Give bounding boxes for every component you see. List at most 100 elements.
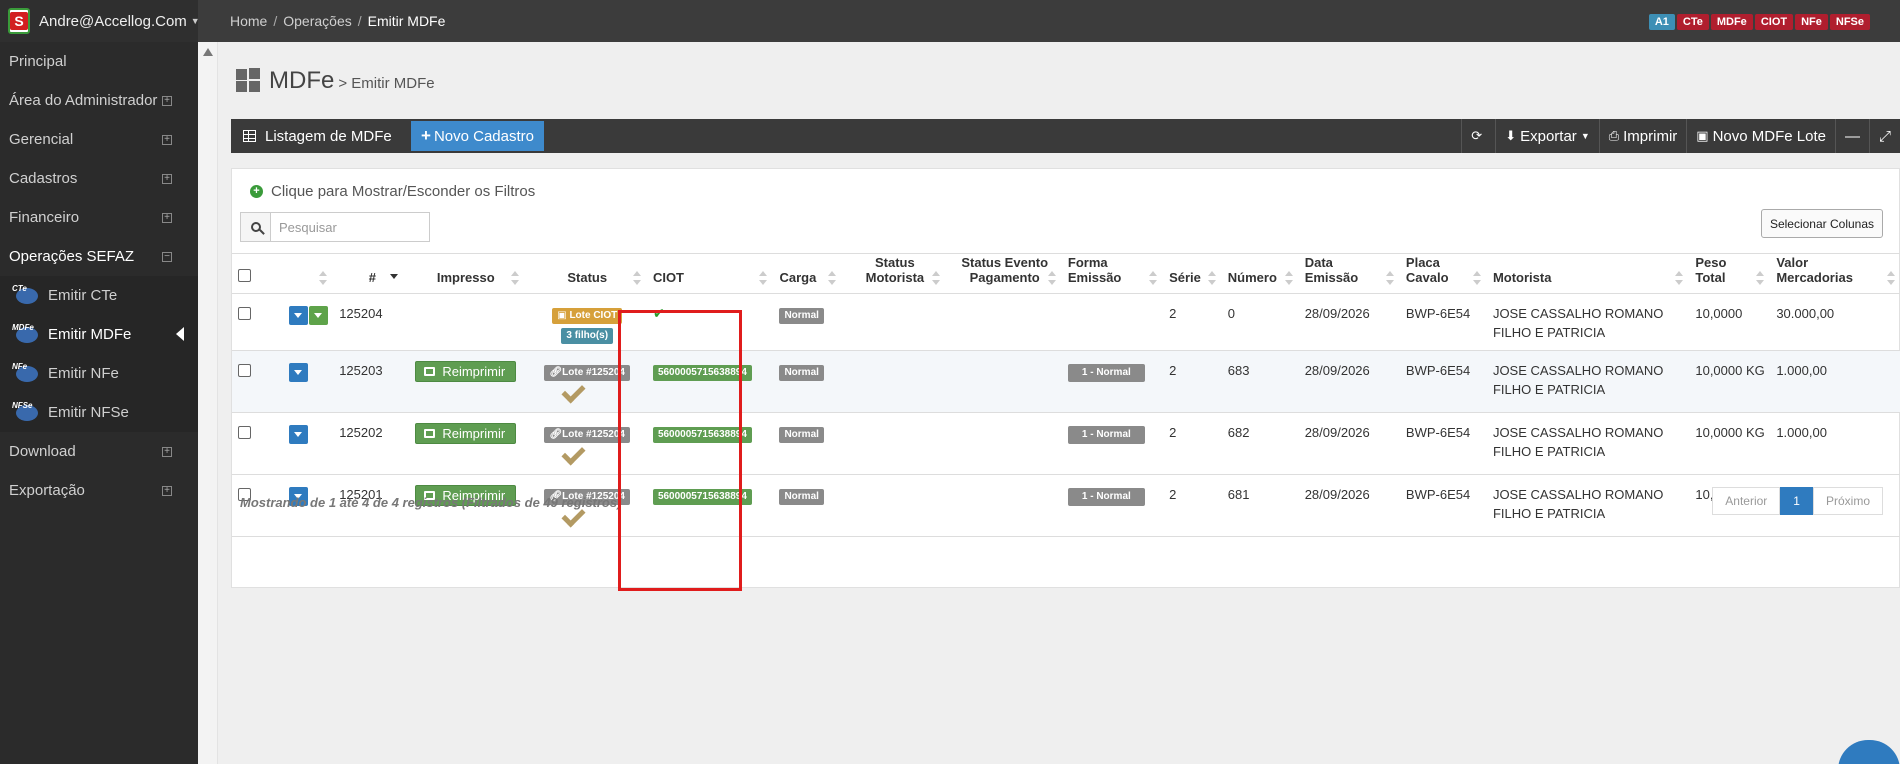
link-icon: 🔗︎	[549, 429, 563, 440]
export-button[interactable]: ⬇ Exportar ▼	[1495, 119, 1599, 153]
col-status[interactable]: Status	[525, 253, 647, 294]
minimize-button[interactable]: —	[1834, 119, 1869, 153]
fullscreen-button[interactable]: ⤢	[1868, 119, 1900, 153]
cell-serie: 2	[1163, 474, 1222, 537]
expand-icon: +	[162, 95, 172, 106]
cell-valor: 1.000,00	[1770, 350, 1900, 413]
row-actions-dropdown[interactable]	[288, 306, 328, 325]
cell-carga: Normal	[773, 293, 843, 351]
sidebar-item-operacoes-sefaz[interactable]: Operações SEFAZ −	[0, 237, 198, 276]
scroll-up-icon[interactable]	[203, 48, 213, 56]
print-button[interactable]: ⎙ Imprimir	[1598, 119, 1687, 153]
cell-placa: BWP-6E54	[1399, 350, 1487, 413]
cell-impresso: Reimprimir	[404, 412, 526, 475]
expand-icon: +	[162, 446, 172, 457]
lote-icon: ▣	[557, 310, 570, 321]
cell-valor: 30.000,00	[1770, 293, 1900, 351]
sidebar-item-financeiro[interactable]: Financeiro +	[0, 198, 198, 237]
table-row[interactable]: 125202 Reimprimir 🔗︎Lote #125204 5600005…	[232, 412, 1900, 475]
sidebar-item-exportacao[interactable]: Exportação +	[0, 471, 198, 510]
cell-placa: BWP-6E54	[1399, 293, 1487, 351]
cell-serie: 2	[1163, 412, 1222, 475]
col-impresso[interactable]: Impresso	[404, 253, 526, 294]
row-checkbox[interactable]	[238, 307, 251, 320]
sidebar-item-emitir-cte[interactable]: CTe Emitir CTe	[0, 276, 198, 315]
row-actions-dropdown[interactable]	[288, 425, 308, 444]
expand-icon: +	[162, 485, 172, 496]
table-row[interactable]: 125203 Reimprimir 🔗︎Lote #125204 5600005…	[232, 350, 1900, 413]
collapse-icon: −	[162, 251, 172, 262]
page-heading: MDFe	[269, 67, 335, 94]
sidebar-item-administrador[interactable]: Área do Administrador +	[0, 81, 198, 120]
records-info: Mostrando de 1 até 4 de 4 registros (Fil…	[240, 495, 622, 510]
sidebar-item-gerencial[interactable]: Gerencial +	[0, 120, 198, 159]
breadcrumb-operacoes[interactable]: Operações	[283, 13, 351, 29]
col-ciot[interactable]: CIOT	[646, 253, 774, 294]
table-header-row: # Impresso Status CIOT Carga Status Moto…	[232, 253, 1900, 294]
pager-next[interactable]: Próximo	[1812, 487, 1883, 515]
col-serie[interactable]: Série	[1163, 253, 1222, 294]
sidebar-item-emitir-nfe[interactable]: NFe Emitir NFe	[0, 354, 198, 393]
new-lote-button[interactable]: ▣ Novo MDFe Lote	[1686, 119, 1835, 153]
cell-status-motorista	[842, 293, 946, 351]
cell-serie: 2	[1163, 293, 1222, 351]
lote-link-label[interactable]: 🔗︎Lote #125204	[544, 427, 630, 443]
row-checkbox[interactable]	[238, 364, 251, 377]
cell-carga: Normal	[773, 412, 843, 475]
new-record-button[interactable]: + Novo Cadastro	[411, 121, 544, 151]
search-icon[interactable]	[240, 212, 270, 242]
reprint-button[interactable]: Reimprimir	[415, 361, 517, 382]
col-valor[interactable]: Valor Mercadorias	[1770, 253, 1900, 294]
cell-status-motorista	[842, 350, 946, 413]
filter-toggle[interactable]: + Clique para Mostrar/Esconder os Filtros	[250, 183, 535, 200]
col-status-evento[interactable]: Status Evento Pagamento	[945, 253, 1062, 294]
sidebar-item-cadastros[interactable]: Cadastros +	[0, 159, 198, 198]
col-data-emissao[interactable]: Data Emissão	[1298, 253, 1400, 294]
col-placa[interactable]: Placa Cavalo	[1399, 253, 1487, 294]
select-all-checkbox[interactable]	[238, 269, 251, 282]
list-title: Listagem de MDFe	[231, 128, 411, 145]
col-forma-emissao[interactable]: Forma Emissão	[1061, 253, 1164, 294]
search-input[interactable]	[270, 212, 430, 242]
refresh-button[interactable]: ⟳	[1461, 119, 1495, 153]
col-motorista[interactable]: Motorista	[1486, 253, 1690, 294]
table-row[interactable]: 125204 ▣ Lote CIOT 3 filho(s) ✔ Normal 2…	[232, 293, 1900, 351]
col-id[interactable]: #	[333, 253, 405, 294]
children-badge[interactable]: 3 filho(s)	[561, 328, 614, 344]
sidebar-item-emitir-mdfe[interactable]: MDFe Emitir MDFe	[0, 315, 198, 354]
breadcrumb-home[interactable]: Home	[230, 13, 267, 29]
reprint-button[interactable]: Reimprimir	[415, 423, 517, 444]
link-icon: 🔗︎	[549, 367, 563, 378]
cte-globe-icon: CTe	[12, 284, 44, 308]
plus-icon: +	[421, 126, 431, 145]
cell-numero: 683	[1221, 350, 1299, 413]
select-columns-button[interactable]: Selecionar Colunas	[1760, 209, 1883, 238]
brand-area: S Andre@Accellog.Com ▼	[0, 0, 200, 42]
cell-status: 🔗︎Lote #125204	[525, 412, 647, 475]
col-status-motorista[interactable]: Status Motorista	[842, 253, 946, 294]
print-icon: ⎙	[1608, 128, 1620, 143]
lote-icon: ▣	[1696, 128, 1709, 143]
col-carga[interactable]: Carga	[773, 253, 843, 294]
lote-link-label[interactable]: 🔗︎Lote #125204	[544, 365, 630, 381]
sidebar-item-principal[interactable]: Principal	[0, 42, 198, 81]
check-icon	[561, 445, 583, 459]
scrollbar[interactable]	[198, 42, 218, 764]
pager-prev[interactable]: Anterior	[1712, 487, 1781, 515]
badge-ciot: CIOT	[1754, 14, 1794, 30]
pager-page-1[interactable]: 1	[1780, 487, 1813, 515]
environment-badges: A1 CTe MDFe CIOT NFe NFSe	[1648, 14, 1870, 30]
cell-status-evento	[945, 474, 1062, 537]
col-peso[interactable]: Peso Total	[1689, 253, 1771, 294]
plus-circle-icon: +	[250, 185, 263, 198]
row-checkbox[interactable]	[238, 426, 251, 439]
chat-widget-button[interactable]	[1838, 740, 1900, 764]
select-all-header[interactable]	[232, 253, 283, 294]
sidebar-item-emitir-nfse[interactable]: NFSe Emitir NFSe	[0, 393, 198, 432]
col-numero[interactable]: Número	[1221, 253, 1299, 294]
cell-status-evento	[945, 412, 1062, 475]
search-box	[240, 212, 430, 242]
row-actions-dropdown[interactable]	[288, 363, 308, 382]
sidebar-item-download[interactable]: Download +	[0, 432, 198, 471]
user-menu[interactable]: Andre@Accellog.Com	[39, 13, 187, 30]
